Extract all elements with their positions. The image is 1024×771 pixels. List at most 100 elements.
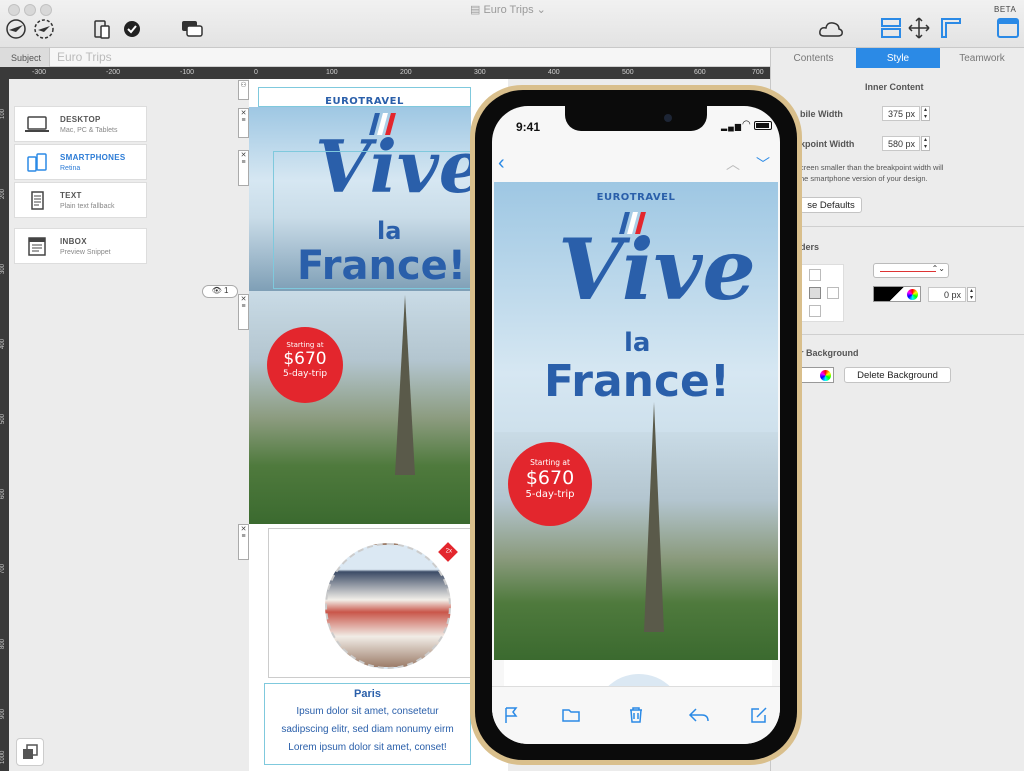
eye-icon: 👁 [211, 286, 222, 295]
ruler-tick: 500 [0, 413, 6, 424]
beta-badge: BETA [994, 5, 1017, 14]
folder-icon[interactable] [560, 705, 582, 725]
phones-icon [24, 153, 50, 178]
badge-line1: Starting at [530, 458, 570, 467]
device-sub: Mac, PC & Tablets [60, 127, 118, 134]
border-bottom-cell[interactable] [809, 305, 821, 317]
cloud-icon[interactable] [818, 19, 844, 39]
device-smartphones[interactable]: SMARTPHONES Retina [14, 144, 147, 180]
retina-2x-tag: 2x [438, 542, 458, 562]
selection-outline [273, 151, 471, 289]
chevron-down-icon: ⌃⌄ [931, 264, 945, 273]
border-style-select[interactable]: ⌃⌄ [873, 263, 949, 278]
ruler-tick: 1000 [0, 750, 6, 764]
breakpoint-width-label: kpoint Width [800, 139, 855, 149]
close-window-button[interactable] [8, 4, 20, 16]
tab-contents[interactable]: Contents [771, 48, 856, 68]
ruler-tick: 700 [0, 563, 6, 574]
subject-input[interactable]: Euro Trips [57, 50, 112, 64]
device-label: TEXT [60, 191, 82, 200]
border-width-input[interactable]: 0 px [928, 287, 966, 302]
phone-bezel: ‹ ︿ ﹀ EUROTRAVEL Vive la France! Startin… [475, 90, 797, 760]
ruler-tick: 0 [254, 69, 258, 76]
badge-price: $670 [525, 467, 575, 489]
zoom-window-button[interactable] [40, 4, 52, 16]
block-handle[interactable]: ⚇ [238, 80, 249, 100]
send-plane-icon[interactable] [4, 17, 28, 41]
tab-style[interactable]: Style [856, 48, 940, 68]
ruler-tick: 200 [0, 188, 6, 199]
paris-text-block[interactable]: Paris Ipsum dolor sit amet, consetetur s… [264, 683, 471, 765]
brand-block[interactable]: EUROTRAVEL [258, 87, 471, 107]
border-color-well[interactable] [873, 286, 921, 302]
hero-title-block[interactable]: Vive la France! [249, 107, 485, 291]
window-title: ▤ Euro Trips ⌄ [470, 4, 546, 16]
tab-teamwork[interactable]: Teamwork [940, 48, 1024, 68]
phone-big-title: France! [544, 356, 730, 407]
background-color-well[interactable] [800, 367, 834, 383]
border-width-stepper[interactable]: ▴ ▾ [967, 287, 976, 302]
status-time: 9:41 [516, 120, 541, 134]
ruler-tick: 300 [474, 69, 486, 76]
badge-price: $670 [283, 349, 327, 369]
paris-image-block[interactable]: 2x [268, 528, 471, 678]
border-right-cell[interactable] [827, 287, 839, 299]
block-handle[interactable]: ✕ ≡ [238, 524, 249, 560]
compose-icon[interactable] [748, 705, 770, 725]
device-desktop[interactable]: DESKTOP Mac, PC & Tablets [14, 106, 147, 142]
inner-content-heading: Inner Content [865, 82, 924, 92]
chevron-up-icon[interactable]: ︿ [726, 154, 740, 174]
move-arrows-icon[interactable] [908, 17, 930, 39]
device-text[interactable]: TEXT Plain text fallback [14, 182, 147, 218]
ruler-tick: 400 [0, 338, 6, 349]
back-chevron-icon[interactable]: ‹ [498, 152, 505, 175]
phone-preview: ‹ ︿ ﹀ EUROTRAVEL Vive la France! Startin… [470, 85, 802, 765]
layers-toggle-button[interactable] [16, 738, 44, 766]
border-all-cell[interactable] [809, 287, 821, 299]
ruler-corner-icon[interactable] [940, 17, 962, 39]
trash-icon[interactable] [625, 705, 647, 725]
block-handle[interactable]: ✕ ≡ [238, 150, 249, 186]
background-heading: r Background [800, 348, 859, 358]
mobile-width-stepper[interactable]: ▴ ▾ [921, 106, 930, 121]
vertical-ruler: 100 200 300 400 500 600 700 800 900 1000 [0, 79, 9, 771]
block-handle[interactable]: ✕ ≡ [238, 108, 249, 138]
device-inbox[interactable]: INBOX Preview Snippet [14, 228, 147, 264]
mobile-width-input[interactable]: 375 px [882, 106, 920, 121]
chevron-down-icon[interactable]: ﹀ [756, 154, 770, 174]
ruler-tick: 800 [0, 638, 6, 649]
hero-image-block[interactable]: Starting at $670 5-day-trip [249, 291, 471, 524]
layout-blocks-icon[interactable] [880, 17, 902, 39]
breakpoint-width-stepper[interactable]: ▴ ▾ [921, 136, 930, 151]
minimize-window-button[interactable] [24, 4, 36, 16]
phone-hero: EUROTRAVEL Vive la France! Starting at $… [494, 182, 778, 660]
retina-2x-label: 2x [445, 548, 452, 555]
check-icon[interactable] [122, 19, 142, 39]
device-label: DESKTOP [60, 115, 101, 124]
ruler-tick: 600 [694, 69, 706, 76]
preview-devices-icon[interactable] [92, 17, 116, 41]
sidebar-toggle-icon[interactable] [996, 17, 1020, 39]
flag-icon[interactable] [500, 705, 522, 725]
use-defaults-button[interactable]: se Defaults [800, 197, 862, 213]
visibility-toggle[interactable]: 👁 1 [202, 285, 238, 298]
phone-small-title: la [624, 328, 651, 358]
visibility-count: 1 [223, 286, 229, 295]
ruler-tick: 200 [400, 69, 412, 76]
block-handle[interactable]: ✕ ≡ [238, 294, 249, 330]
test-send-icon[interactable] [32, 17, 56, 41]
mail-toolbar [492, 686, 780, 744]
border-side-picker[interactable] [800, 264, 844, 322]
text-document-icon [24, 191, 50, 216]
breakpoint-hint: creen smaller than the breakpoint width … [800, 163, 944, 183]
border-style-swatch [880, 271, 936, 272]
chevron-down-icon[interactable]: ⌄ [537, 4, 546, 16]
reply-icon[interactable] [688, 705, 710, 725]
divider [771, 334, 1024, 335]
device-sub: Plain text fallback [60, 203, 115, 210]
delete-background-button[interactable]: Delete Background [844, 367, 951, 383]
breakpoint-width-input[interactable]: 580 px [882, 136, 920, 151]
paris-building-image [325, 543, 451, 669]
comments-icon[interactable] [180, 18, 204, 40]
border-top-cell[interactable] [809, 269, 821, 281]
